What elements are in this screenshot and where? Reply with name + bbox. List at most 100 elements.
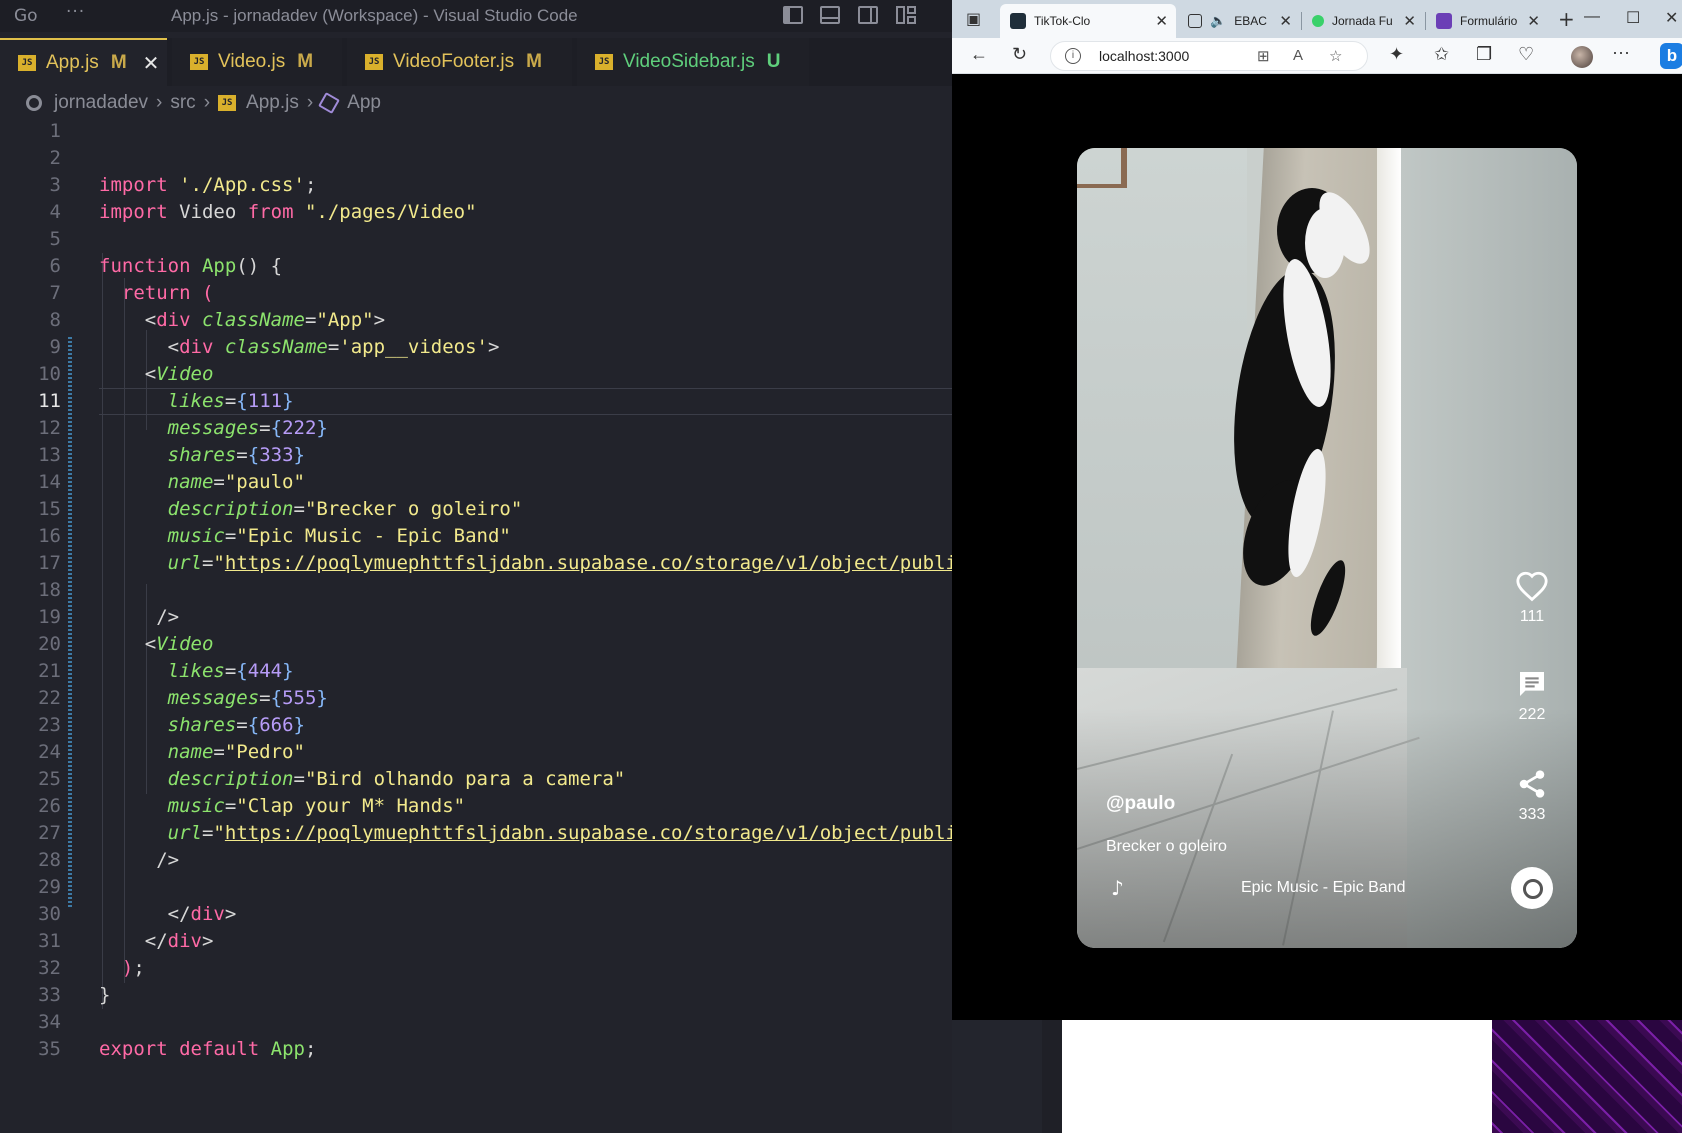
close-icon[interactable]: ✕ xyxy=(1279,12,1292,30)
new-tab-button[interactable]: + xyxy=(1558,7,1575,31)
record-disc-icon[interactable] xyxy=(1511,867,1553,909)
browser-tab-formulario[interactable]: Formulário ✕ xyxy=(1426,4,1548,38)
tab-actions-icon[interactable]: ▣ xyxy=(966,9,981,28)
breadcrumb-symbol[interactable]: App xyxy=(347,92,381,114)
video-author[interactable]: @paulo xyxy=(1106,793,1175,815)
tab-app-js[interactable]: JS App.js M ✕ xyxy=(0,38,167,86)
close-window-button[interactable]: ✕ xyxy=(1665,8,1678,28)
app-available-icon[interactable]: ⊞ xyxy=(1257,47,1270,65)
workspace-icon xyxy=(26,95,42,111)
tab-label: VideoSidebar.js xyxy=(623,51,755,72)
code-line: 27 /> xyxy=(38,822,180,871)
browser-toolbar: ← ↻ i localhost:3000 ⊞ A ☆ ✦ ✩ ❐ ♡ ··· b xyxy=(952,38,1682,74)
chevron-right-icon: › xyxy=(156,92,163,113)
code-line: 29 </div> xyxy=(38,876,237,925)
js-file-icon: JS xyxy=(18,55,36,71)
code-line: 16 url="https://poqlymuephttfsljdabn.sup… xyxy=(0,523,952,574)
comment-button[interactable]: 222 xyxy=(1507,668,1557,724)
tab-title: TikTok-Clo xyxy=(1034,14,1091,28)
shares-count: 333 xyxy=(1518,806,1546,823)
address-url[interactable]: localhost:3000 xyxy=(1099,48,1189,64)
code-line-current: 11 messages={222} xyxy=(0,388,952,439)
code-line: 2 import './App.css'; xyxy=(49,147,317,196)
maximize-button[interactable]: ☐ xyxy=(1626,8,1640,28)
menu-more-icon[interactable]: ··· xyxy=(66,2,85,22)
breadcrumb-folder[interactable]: src xyxy=(170,92,195,114)
breadcrumb: jornadadev › src › JS App.js › App xyxy=(0,86,952,120)
tab-status: U xyxy=(766,51,781,72)
code-line: 23 name="Pedro" xyxy=(38,714,305,763)
address-bar[interactable]: i localhost:3000 ⊞ A ☆ xyxy=(1050,41,1368,71)
code-editor[interactable]: 1 2 import './App.css'; 3 import Video f… xyxy=(0,118,952,1088)
speaker-icon[interactable]: 🔈 xyxy=(1210,13,1226,29)
bing-icon[interactable]: b xyxy=(1660,43,1682,69)
browser-tab-tiktok[interactable]: TikTok-Clo ✕ xyxy=(1000,4,1176,38)
collections-icon[interactable]: ❐ xyxy=(1476,44,1492,65)
js-file-icon: JS xyxy=(218,95,237,111)
toggle-panel-icon[interactable] xyxy=(820,6,840,24)
toggle-primary-sidebar-icon[interactable] xyxy=(783,6,803,24)
minimize-button[interactable]: — xyxy=(1584,8,1600,26)
message-icon xyxy=(1520,672,1544,696)
breadcrumb-root[interactable]: jornadadev xyxy=(54,92,148,114)
code-line: 35 xyxy=(38,1038,61,1060)
browser-tab-jornada[interactable]: Jornada Fu ✕ xyxy=(1302,4,1424,38)
code-line: 21 messages={555} xyxy=(38,660,328,709)
refresh-icon[interactable]: ↻ xyxy=(1012,44,1027,65)
vscode-titlebar: Go ··· App.js - jornadadev (Workspace) -… xyxy=(0,0,952,32)
background-page xyxy=(1062,1020,1492,1133)
code-line: 22 shares={666} xyxy=(38,687,305,736)
close-icon[interactable]: ✕ xyxy=(1527,12,1540,30)
code-line: 24 description="Bird olhando para a came… xyxy=(38,741,626,790)
tab-videofooter-js[interactable]: JS VideoFooter.js M xyxy=(347,38,572,86)
tab-title: Jornada Fu xyxy=(1332,14,1393,28)
window-title: App.js - jornadadev (Workspace) - Visual… xyxy=(171,6,578,25)
extensions-icon[interactable]: ✦ xyxy=(1389,44,1404,65)
editor-tab-bar: JS App.js M ✕ JS Video.js M JS VideoFoot… xyxy=(0,38,952,86)
favorites-icon[interactable]: ✩ xyxy=(1434,44,1449,65)
menu-go[interactable]: Go xyxy=(14,6,38,26)
profile-avatar[interactable] xyxy=(1571,46,1593,68)
browser-essentials-icon[interactable]: ♡ xyxy=(1518,44,1534,65)
like-button[interactable]: 111 xyxy=(1507,570,1557,626)
favorite-star-icon[interactable]: ☆ xyxy=(1329,47,1342,65)
share-button[interactable]: 333 xyxy=(1507,768,1557,824)
code-line: 26 url="https://poqlymuephttfsljdabn.sup… xyxy=(0,793,952,844)
toggle-secondary-sidebar-icon[interactable] xyxy=(858,6,878,24)
info-icon[interactable]: i xyxy=(1065,48,1081,64)
tab-video-js[interactable]: JS Video.js M xyxy=(172,38,342,86)
code-line: 6 return ( xyxy=(49,255,214,304)
browser-tab-ebac[interactable]: 🔈 EBAC ✕ xyxy=(1178,4,1300,38)
code-line: 5 function App() { xyxy=(49,228,283,277)
forms-icon xyxy=(1436,13,1452,29)
code-line: 1 xyxy=(49,120,61,142)
close-icon[interactable]: ✕ xyxy=(1403,12,1416,30)
tab-label: Video.js xyxy=(218,51,286,72)
code-line: 20 likes={444} xyxy=(38,633,294,682)
more-menu-icon[interactable]: ··· xyxy=(1612,42,1630,63)
read-aloud-icon[interactable]: A xyxy=(1293,47,1303,64)
back-icon[interactable]: ← xyxy=(970,44,988,65)
heart-icon xyxy=(1516,571,1548,602)
star-app-icon xyxy=(1312,15,1324,27)
tab-status: M xyxy=(297,51,314,72)
code-line: 31 ); xyxy=(38,930,145,979)
music-note-icon: ♪ xyxy=(1111,876,1124,900)
code-line: 4 xyxy=(49,201,61,223)
code-line: 8 <div className='app__videos'> xyxy=(49,309,500,358)
close-icon[interactable]: ✕ xyxy=(1155,12,1168,30)
tab-status: M xyxy=(110,52,127,73)
video-card[interactable]: 111 222 333 @paulo Brecker o goleiro ♪ E… xyxy=(1077,148,1577,948)
customize-layout-icon[interactable] xyxy=(896,6,916,24)
code-line: 12 shares={333} xyxy=(38,417,305,466)
breadcrumb-file[interactable]: App.js xyxy=(246,92,299,114)
react-icon xyxy=(1010,13,1026,29)
background-panel xyxy=(952,1020,1042,1133)
browser-window: ▣ TikTok-Clo ✕ 🔈 EBAC ✕ Jornada Fu ✕ For… xyxy=(952,0,1682,1020)
code-line: 17 xyxy=(38,552,61,574)
code-line: 25 music="Clap your M* Hands" xyxy=(38,768,466,817)
close-icon[interactable]: ✕ xyxy=(143,51,160,76)
tab-label: VideoFooter.js xyxy=(393,51,515,72)
tab-videosidebar-js[interactable]: JS VideoSidebar.js U xyxy=(577,38,809,86)
code-line: 10 likes={111} xyxy=(38,363,294,412)
